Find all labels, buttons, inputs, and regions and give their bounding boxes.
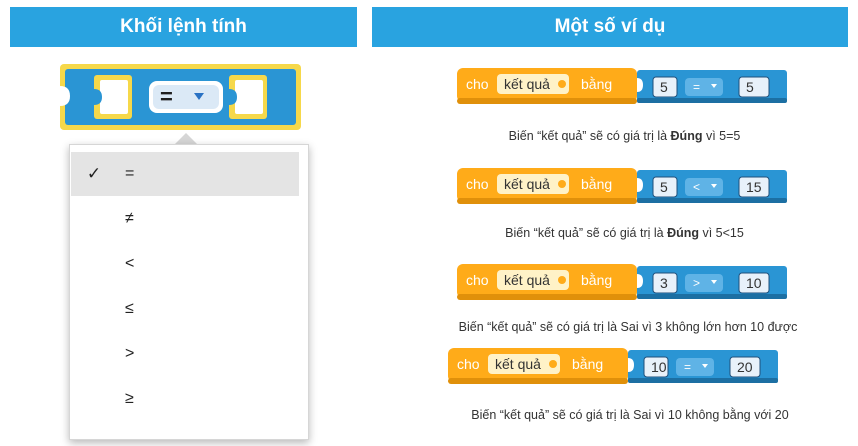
menu-item-less[interactable]: < [71,242,299,286]
header-left: Khối lệnh tính [10,7,357,47]
number-left-value: 10 [651,359,667,375]
header-left-title: Khối lệnh tính [120,16,247,37]
number-right-value: 15 [746,179,762,195]
set-word-label: cho [466,272,489,288]
variable-name: kết quả [495,356,541,372]
example-caption: Biến “kết quả” sẽ có giá trị là Sai vì 1… [410,408,850,422]
number-left-value: 3 [660,275,668,291]
set-block-shadow [457,198,637,204]
checkmark-icon: ✓ [86,164,102,183]
menu-item-symbol: = [125,165,135,182]
example-caption: Biến “kết quả” sẽ có giá trị là Đúng vì … [482,129,767,143]
header-right: Một số ví dụ [372,7,848,47]
menu-item-equal[interactable]: ✓ = [71,152,299,196]
number-right-value: 10 [746,275,762,291]
caption-bold: Đúng [670,129,703,143]
set-block-shadow [448,378,628,384]
menu-item-symbol: ≠ [125,210,134,227]
variable-name: kết quả [504,176,550,192]
caption-text: Biến “kết quả” sẽ có giá trị là Sai vì 3… [458,320,798,334]
variable-name: kết quả [504,76,550,92]
operator-value: = [684,360,691,374]
operator-dropdown[interactable] [685,274,723,292]
caption-text: Biến “kết quả” sẽ có giá trị là Sai vì 1… [471,408,789,422]
set-word-label: cho [466,76,489,92]
menu-item-greater-equal[interactable]: ≥ [71,377,299,421]
to-word-label: bằng [572,356,603,372]
number-left-value: 5 [660,79,668,95]
set-word-label: cho [466,176,489,192]
caption-tail: vì 5=5 [702,129,741,143]
menu-item-not-equal[interactable]: ≠ [71,197,299,241]
operator-value: < [693,180,700,194]
menu-item-greater[interactable]: > [71,332,299,376]
operator-dropdown[interactable] [685,78,723,96]
example-caption: Biến “kết quả” sẽ có giá trị là Đúng vì … [482,226,767,240]
dropdown-arrow-icon[interactable] [558,180,566,188]
compare-block-shadow [637,98,787,103]
triangle-down-icon[interactable] [194,93,204,100]
set-variable-block[interactable]: cho kết quả bằng 3 >10 [457,262,807,302]
header-right-title: Một số ví dụ [554,16,666,37]
caption-tail: vì 5<15 [699,226,744,240]
set-block-shadow [457,294,637,300]
menu-item-symbol: ≥ [125,390,134,407]
dropdown-arrow-icon[interactable] [558,80,566,88]
menu-item-symbol: < [125,255,135,272]
compare-block-shadow [637,294,787,299]
variable-name: kết quả [504,272,550,288]
caption-text: Biến “kết quả” sẽ có giá trị là [508,129,671,143]
set-variable-block[interactable]: cho kết quả bằng 5 = 5 [457,66,807,106]
menu-item-symbol: ≤ [125,300,134,317]
example-caption: Biến “kết quả” sẽ có giá trị là Sai vì 3… [403,320,853,334]
set-variable-block[interactable]: cho kết quả bằng 5 <15 [457,166,807,206]
compare-operator[interactable]: = [160,84,173,110]
to-word-label: bằng [581,176,612,192]
menu-item-less-equal[interactable]: ≤ [71,287,299,331]
set-variable-block[interactable]: cho kết quả bằng 10 = 20 [448,346,798,386]
caption-bold: Đúng [667,226,699,240]
dropdown-arrow-icon[interactable] [549,360,557,368]
menu-item-symbol: > [125,345,135,362]
number-field-right[interactable] [738,76,770,98]
operator-menu: ✓ = ≠ < ≤ > ≥ [69,144,309,440]
number-right-value: 20 [737,359,753,375]
caption-text: Biến “kết quả” sẽ có giá trị là [505,226,668,240]
operator-dropdown[interactable] [676,358,714,376]
to-word-label: bằng [581,272,612,288]
to-word-label: bằng [581,76,612,92]
operator-value: = [693,80,700,94]
compare-block-shadow [637,198,787,203]
set-block-shadow [457,98,637,104]
number-right-value: 5 [746,79,754,95]
compare-block[interactable] [58,62,303,132]
operator-value: > [693,276,700,290]
dropdown-arrow-icon[interactable] [558,276,566,284]
set-word-label: cho [457,356,480,372]
operator-dropdown[interactable] [685,178,723,196]
compare-block-shadow [628,378,778,383]
number-left-value: 5 [660,179,668,195]
